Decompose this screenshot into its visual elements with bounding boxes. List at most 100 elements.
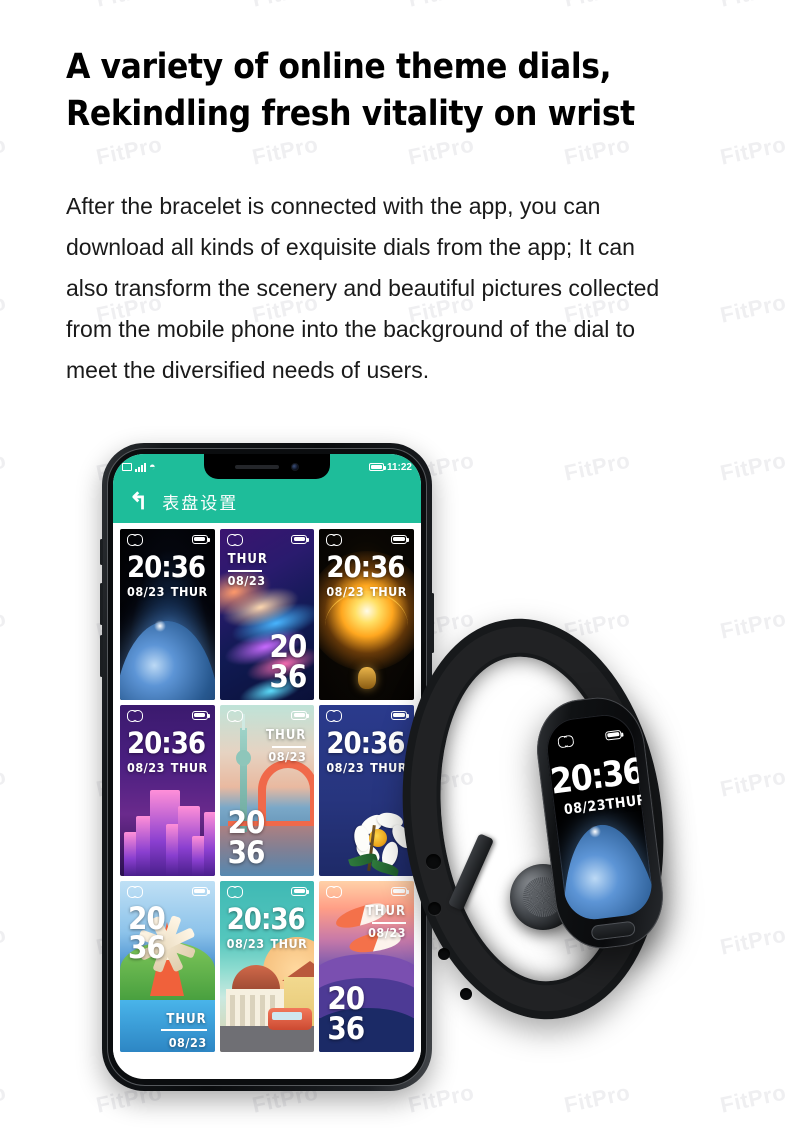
village-column	[259, 995, 265, 1029]
status-bar-clock: 11:22	[386, 461, 412, 473]
watermark-text: FitPro	[0, 763, 9, 802]
village-column	[229, 995, 235, 1029]
dial-weekday: THUR	[170, 760, 208, 775]
battery-icon	[291, 886, 310, 896]
bracelet-wallpaper-earth	[543, 711, 631, 723]
bracelet-mockup: 20:36 08/23 THUR	[380, 596, 728, 1066]
strap-hole	[460, 988, 472, 1000]
dial-tile[interactable]: THUR 08/23 20 36	[219, 705, 315, 876]
battery-icon	[390, 534, 409, 544]
watermark-text: FitPro	[0, 447, 9, 486]
headline-line-2: Rekindling fresh vitality on wrist	[66, 94, 635, 134]
link-icon	[326, 710, 343, 722]
app-bar: ↰ 表盘设置	[113, 480, 421, 523]
dial-weekday: THUR	[166, 1011, 207, 1027]
battery-icon	[291, 710, 310, 720]
status-bar: ◓ 11:22	[113, 454, 421, 480]
dial-tile[interactable]: 20:36 08/23 THUR	[120, 529, 215, 700]
bracelet-home-button[interactable]	[590, 920, 636, 941]
battery-icon	[191, 886, 210, 896]
body-line-5: meet the diversified needs of users.	[66, 357, 430, 383]
dial-divider	[272, 746, 307, 748]
dial-time: 20 36	[327, 981, 365, 1047]
body-line-4: from the mobile phone into the backgroun…	[66, 316, 635, 342]
dial-tile[interactable]: 20:36 08/23 THUR	[219, 881, 315, 1052]
watermark-text: FitPro	[0, 921, 9, 960]
phone-button-volume-down[interactable]	[100, 635, 103, 677]
dial-divider	[160, 1029, 207, 1031]
dial-divider	[227, 570, 262, 572]
watermark-text: FitPro	[718, 763, 789, 802]
dial-hud	[120, 705, 215, 725]
phone-button-volume-up[interactable]	[100, 583, 103, 625]
battery-icon	[291, 534, 310, 544]
app-bar-title: 表盘设置	[162, 494, 239, 514]
dial-grid: 20:36 08/23 THUR THUR 08/23 20 36 20:36 08/23 THU…	[113, 523, 421, 1058]
dial-date: 08/23	[226, 936, 265, 951]
link-icon	[557, 735, 574, 747]
dial-time: 20:36	[326, 726, 405, 760]
dial-tile[interactable]: 20:36 08/23 THUR	[120, 705, 215, 876]
dial-tile[interactable]: THUR 08/23 20 36	[120, 881, 215, 1052]
signal-icon	[135, 462, 146, 472]
watermark-text: FitPro	[0, 131, 9, 170]
front-camera-icon	[291, 462, 299, 471]
dial-hud	[220, 529, 315, 549]
strap-hole	[428, 902, 441, 915]
dial-date: 08/23	[326, 584, 365, 599]
battery-icon	[368, 463, 386, 471]
phone-mockup: ◓ 11:22 ↰ 表盘设置 20:36 08/23 THUR THUR 08/23 20…	[100, 443, 434, 1091]
watermark-text: FitPro	[718, 0, 789, 13]
link-icon	[226, 886, 243, 898]
dial-weekday: THUR	[227, 552, 268, 567]
link-icon	[226, 710, 243, 722]
dial-date: 08/23	[268, 749, 307, 764]
dial-time: 20 36	[227, 805, 266, 871]
watermark-text: FitPro	[718, 447, 789, 486]
watermark-text: FitPro	[562, 1079, 633, 1118]
link-icon	[127, 710, 143, 722]
link-icon	[127, 534, 143, 546]
body-line-2: download all kinds of exquisite dials fr…	[66, 234, 635, 260]
building	[204, 812, 215, 876]
back-arrow-icon[interactable]: ↰	[129, 490, 148, 513]
message-icon	[122, 463, 132, 471]
dial-date: 08/23	[127, 760, 165, 775]
village-column	[249, 995, 255, 1029]
body-line-3: also transform the scenery and beautiful…	[66, 275, 660, 301]
bracelet-screen[interactable]: 20:36 08/23 THUR	[543, 711, 656, 923]
earpiece-speaker	[235, 464, 279, 469]
dial-weekday: THUR	[266, 728, 307, 743]
phone-button-mute[interactable]	[100, 539, 103, 565]
dial-time: 20:36	[127, 726, 206, 760]
dial-hud	[220, 705, 315, 725]
battery-icon	[191, 710, 210, 720]
watermark-text: FitPro	[406, 0, 477, 13]
dial-hud	[120, 881, 215, 901]
dial-weekday: THUR	[170, 584, 208, 599]
watermark-text: FitPro	[718, 921, 789, 960]
body-line-1: After the bracelet is connected with the…	[66, 193, 601, 219]
link-icon	[326, 886, 343, 898]
dial-tile[interactable]: THUR 08/23 20 36	[219, 529, 315, 700]
link-icon	[226, 534, 243, 546]
body-paragraph: After the bracelet is connected with the…	[66, 186, 734, 391]
dial-weekday: THUR	[270, 936, 308, 951]
bracelet-weekday: THUR	[605, 792, 648, 814]
dial-time: 20:36	[127, 550, 206, 584]
phone-notch	[204, 454, 330, 479]
watermark-text: FitPro	[718, 605, 789, 644]
watermark-text: FitPro	[718, 1079, 789, 1118]
strap-hole	[426, 854, 441, 869]
battery-icon	[191, 534, 210, 544]
dial-time: 20 36	[128, 901, 166, 967]
sun-figure	[357, 667, 376, 689]
dial-date: 08/23	[227, 573, 266, 588]
watermark-text: FitPro	[94, 0, 165, 13]
dial-date: 08/23	[168, 1034, 207, 1050]
dial-time: 20:36	[226, 902, 306, 936]
strap-hole	[438, 948, 450, 960]
page-title: A variety of online theme dials, Rekindl…	[66, 44, 756, 138]
watermark-text: FitPro	[0, 289, 9, 328]
village-column	[239, 995, 245, 1029]
